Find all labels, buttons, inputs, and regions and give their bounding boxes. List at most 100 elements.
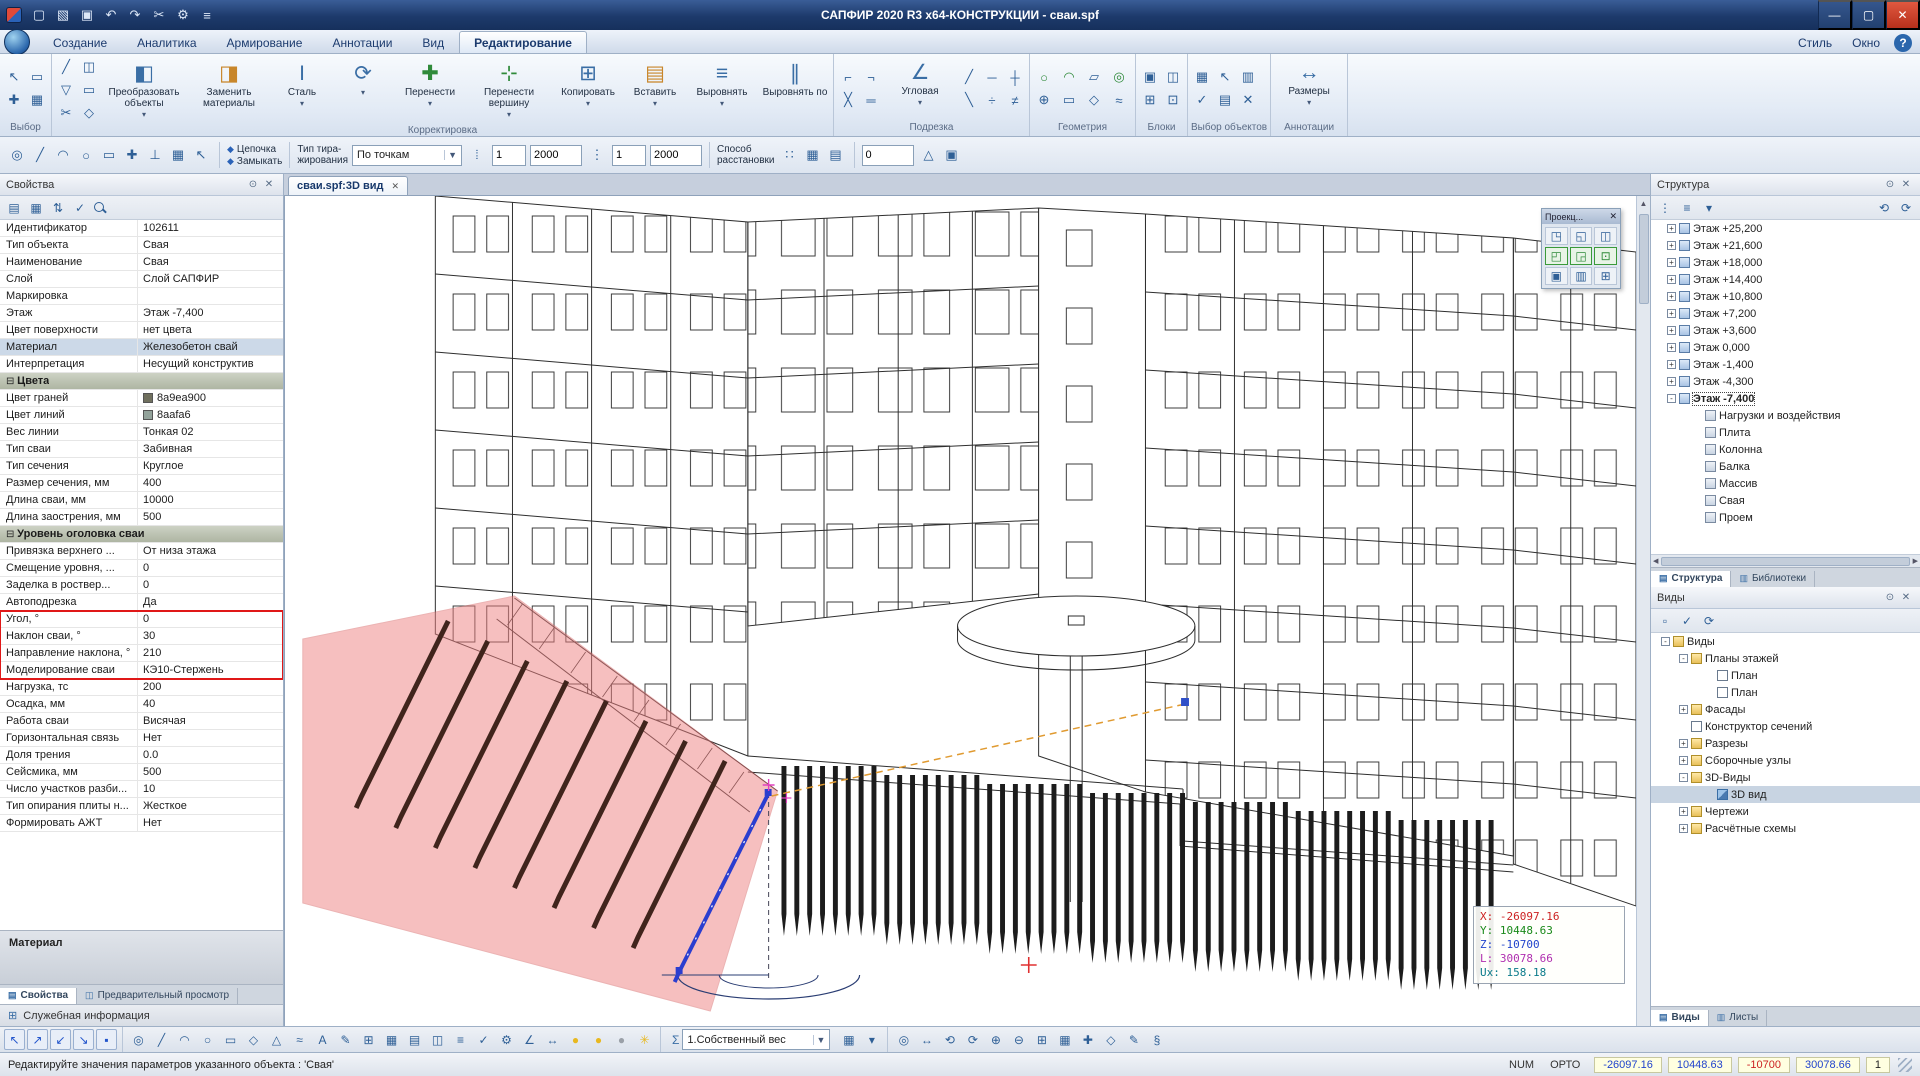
rotate-left-icon[interactable]: ⟲: [939, 1029, 960, 1050]
cut-line-icon[interactable]: ╱: [958, 66, 980, 88]
property-row[interactable]: Нагрузка, тс 200: [0, 679, 283, 696]
tree-expander[interactable]: -: [1679, 773, 1688, 782]
tab-libraries[interactable]: ▥ Библиотеки: [1731, 571, 1816, 587]
property-row[interactable]: Тип объекта Свая: [0, 237, 283, 254]
sketch-icon[interactable]: ✎: [335, 1029, 356, 1050]
arc-icon[interactable]: ◠: [174, 1029, 195, 1050]
group-by-icon[interactable]: ▤: [4, 198, 24, 218]
tab-create[interactable]: Создание: [38, 31, 122, 53]
grid-toggle-icon[interactable]: ▦: [1054, 1029, 1075, 1050]
steel-button[interactable]: I Сталь ▾: [273, 58, 331, 122]
grid-mode-icon[interactable]: ▦: [167, 144, 189, 166]
tree-item[interactable]: + Этаж +7,200: [1651, 305, 1920, 322]
by-grid-icon[interactable]: ▦: [802, 144, 824, 166]
property-row[interactable]: Направление наклона, ° 210: [0, 645, 283, 662]
tab-structure[interactable]: ▤ Структура: [1651, 571, 1732, 587]
tree-expander[interactable]: [1693, 479, 1702, 488]
load-table-icon[interactable]: ▦: [838, 1029, 859, 1050]
tree-item[interactable]: + Этаж +18,000: [1651, 254, 1920, 271]
rotate-right-icon[interactable]: ⟳: [962, 1029, 983, 1050]
gear-icon[interactable]: ⚙: [496, 1029, 517, 1050]
property-row[interactable]: Цвет поверхности нет цвета: [0, 322, 283, 339]
viewport-vertical-scrollbar[interactable]: ▲: [1636, 196, 1650, 1026]
layers-icon[interactable]: ▤: [404, 1029, 425, 1050]
open-file-icon[interactable]: ▧: [52, 4, 74, 26]
tree-item[interactable]: Массив: [1651, 475, 1920, 492]
mirror-icon[interactable]: ▽: [55, 79, 77, 101]
move-vertex-button[interactable]: ⊹ Перенести вершину ▾: [468, 58, 550, 122]
property-row[interactable]: Уровень оголовка сваи: [0, 526, 283, 543]
tree-expander[interactable]: [1693, 428, 1702, 437]
tab-view[interactable]: Вид: [407, 31, 459, 53]
zoom-in-icon[interactable]: ⊕: [985, 1029, 1006, 1050]
rotate-button[interactable]: ⟳ ▾: [334, 58, 392, 122]
break-icon[interactable]: ≠: [1004, 89, 1026, 111]
search-icon[interactable]: [92, 200, 108, 216]
bulb-on-icon[interactable]: ●: [565, 1029, 586, 1050]
tree-item[interactable]: Нагрузки и воздействия: [1651, 407, 1920, 424]
property-row[interactable]: Угол, ° 0: [0, 611, 283, 628]
bulb-off-icon[interactable]: ●: [611, 1029, 632, 1050]
property-row[interactable]: Длина сваи, мм 10000: [0, 492, 283, 509]
tab-edit[interactable]: Редактирование: [459, 31, 587, 53]
property-row[interactable]: Сейсмика, мм 500: [0, 764, 283, 781]
spline-tool-icon[interactable]: ≈: [1108, 89, 1130, 111]
property-row[interactable]: Осадка, мм 40: [0, 696, 283, 713]
spacing-x-icon[interactable]: ⦙: [466, 144, 488, 166]
property-row[interactable]: Длина заострения, мм 500: [0, 509, 283, 526]
zoom-out-icon[interactable]: ⊖: [1008, 1029, 1029, 1050]
property-row[interactable]: Вес линии Тонкая 02: [0, 424, 283, 441]
redo-icon[interactable]: ↷: [124, 4, 146, 26]
snap-node-icon[interactable]: ◎: [6, 144, 28, 166]
tree-expander[interactable]: +: [1679, 739, 1688, 748]
check-icon[interactable]: ✓: [473, 1029, 494, 1050]
refresh-structure-icon[interactable]: ⟲: [1874, 198, 1894, 218]
property-row[interactable]: Цвет граней 8a9ea900: [0, 390, 283, 407]
property-row[interactable]: Маркировка: [0, 288, 283, 305]
ring-tool-icon[interactable]: ◎: [1108, 66, 1130, 88]
property-row[interactable]: Привязка верхнего ... От низа этажа: [0, 543, 283, 560]
spacing-y-icon[interactable]: ⋮: [586, 144, 608, 166]
circle-icon[interactable]: ○: [197, 1029, 218, 1050]
snap-corner-icon[interactable]: ↖: [4, 1029, 25, 1050]
array-icon[interactable]: ▭: [78, 79, 100, 101]
undo-icon[interactable]: ↶: [100, 4, 122, 26]
property-row[interactable]: Материал Железобетон свай: [0, 339, 283, 356]
grid-view-icon[interactable]: ▦: [26, 198, 46, 218]
surface-mode-icon[interactable]: △: [918, 144, 940, 166]
tree-expander[interactable]: [1693, 462, 1702, 471]
aim-icon[interactable]: ◎: [128, 1029, 149, 1050]
projection-top-icon[interactable]: ◳: [1545, 227, 1568, 245]
scroll-left-icon[interactable]: ◀: [1653, 557, 1658, 565]
tree-expander[interactable]: [1693, 496, 1702, 505]
replication-mode-select[interactable]: По точкам ▼: [352, 144, 462, 166]
refresh-views-icon[interactable]: ⟳: [1699, 611, 1719, 631]
property-row[interactable]: Цвета: [0, 373, 283, 390]
tree-expander[interactable]: +: [1667, 326, 1676, 335]
tree-item[interactable]: Свая: [1651, 492, 1920, 509]
tree-item[interactable]: + Этаж +25,200: [1651, 220, 1920, 237]
tree-expander[interactable]: -: [1679, 654, 1688, 663]
copy-button[interactable]: ⊞ Копировать ▾: [553, 58, 623, 122]
tree-expander[interactable]: +: [1667, 309, 1676, 318]
tab-annotations[interactable]: Аннотации: [317, 31, 407, 53]
tree-expander[interactable]: +: [1667, 258, 1676, 267]
tree-item[interactable]: - Этаж -7,400: [1651, 390, 1920, 407]
property-row[interactable]: Число участков разби... 10: [0, 781, 283, 798]
save-icon[interactable]: ▣: [76, 4, 98, 26]
close-tab-icon[interactable]: ✕: [391, 181, 399, 192]
list-mode-icon[interactable]: ≡: [1677, 198, 1697, 218]
projection-side-icon[interactable]: ◫: [1594, 227, 1617, 245]
expand-menu-icon[interactable]: ▾: [1699, 198, 1719, 218]
tab-analytics[interactable]: Аналитика: [122, 31, 211, 53]
new-view-icon[interactable]: ▫: [1655, 611, 1675, 631]
snap-mid-icon[interactable]: ↙: [50, 1029, 71, 1050]
spline-icon[interactable]: ≈: [289, 1029, 310, 1050]
tree-item[interactable]: Колонна: [1651, 441, 1920, 458]
light-icon[interactable]: ✳: [634, 1029, 655, 1050]
tree-item[interactable]: 3D вид: [1651, 786, 1920, 803]
cut-edge-icon[interactable]: ─: [981, 66, 1003, 88]
tab-preview[interactable]: ◫ Предварительный просмотр: [77, 988, 239, 1004]
draw-arc-icon[interactable]: ◠: [52, 144, 74, 166]
draw-line-icon[interactable]: ╱: [29, 144, 51, 166]
